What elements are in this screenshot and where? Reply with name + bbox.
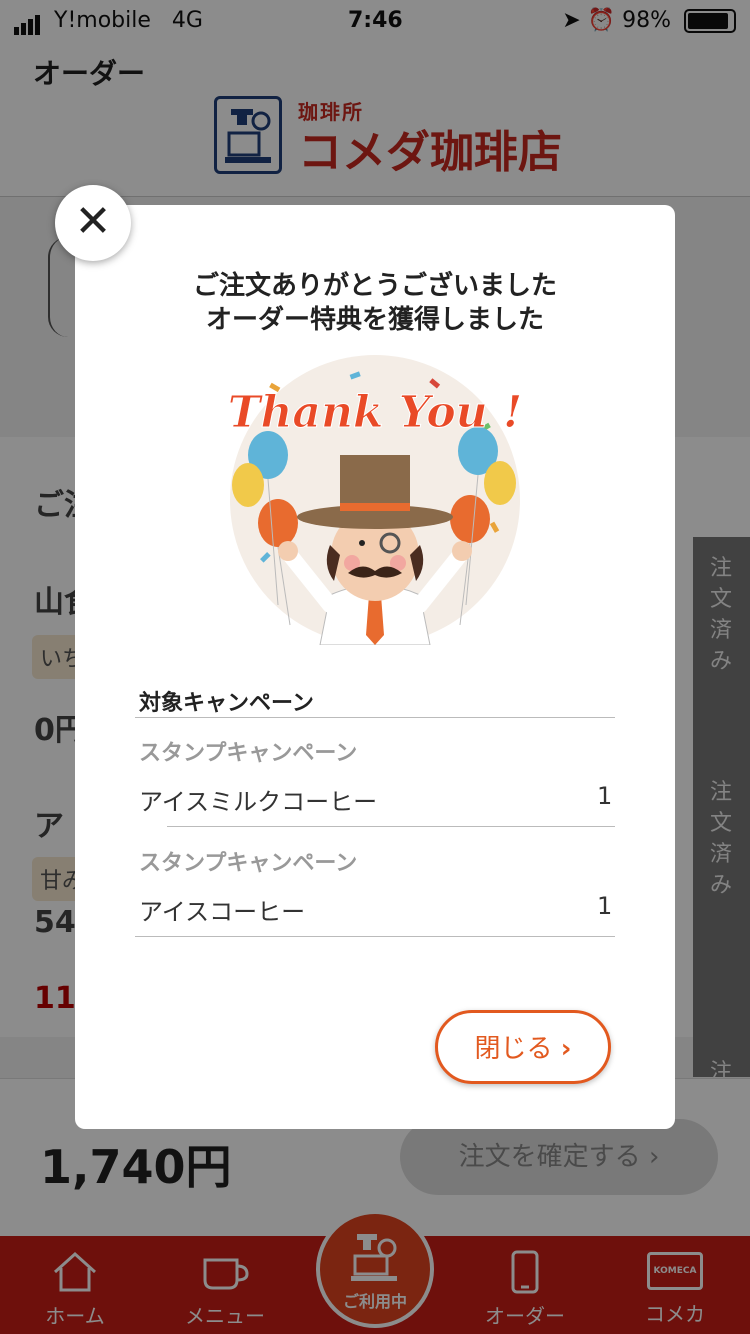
- thank-you-text: Thank You !: [230, 387, 520, 438]
- dialog-heading: ご注文ありがとうございました オーダー特典を獲得しました: [75, 269, 675, 337]
- campaign-item-qty: 1: [597, 892, 613, 920]
- campaign-item-name: アイスミルクコーヒー: [139, 788, 378, 816]
- divider: [135, 936, 615, 937]
- divider: [135, 717, 615, 718]
- campaign-item-name: アイスコーヒー: [139, 898, 306, 926]
- chevron-right-icon: ›: [560, 1034, 572, 1064]
- campaign-label: スタンプキャンペーン: [139, 741, 358, 766]
- divider: [167, 826, 615, 827]
- dialog-heading-line: オーダー特典を獲得しました: [205, 305, 544, 335]
- campaign-section-title: 対象キャンペーン: [139, 691, 314, 716]
- mascot-illustration: Thank You !: [227, 355, 523, 646]
- dialog-heading-line: ご注文ありがとうございました: [192, 271, 557, 301]
- thank-you-dialog: ご注文ありがとうございました オーダー特典を獲得しました Thank You !…: [75, 205, 675, 1129]
- close-icon[interactable]: ✕: [55, 185, 131, 261]
- close-button-label: 閉じる: [474, 1034, 553, 1064]
- campaign-label: スタンプキャンペーン: [139, 851, 358, 876]
- thank-you-illustration: Thank You !: [227, 355, 523, 646]
- campaign-item-qty: 1: [597, 782, 613, 810]
- close-button[interactable]: 閉じる ›: [435, 1010, 611, 1084]
